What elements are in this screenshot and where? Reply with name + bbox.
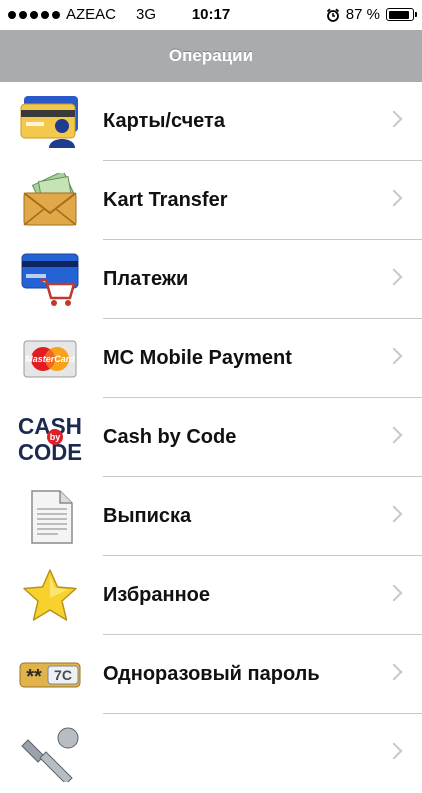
password-code: 7C: [54, 667, 72, 683]
menu-item-label: Выписка: [103, 505, 192, 527]
password-stars: **: [26, 666, 42, 688]
menu-item-label: MC Mobile Payment: [103, 347, 292, 369]
status-bar: AZEAC 3G 10:17 87 %: [0, 0, 422, 30]
battery-level-fill: [388, 10, 409, 19]
chevron-right-icon: [385, 189, 403, 207]
menu-item-label: Kart Transfer: [103, 189, 228, 211]
chevron-right-icon: [385, 742, 403, 760]
password-badge-icon: ** 7C: [18, 647, 82, 703]
chevron-right-icon: [385, 584, 403, 602]
card-user-icon: [18, 94, 82, 150]
page-title: Операции: [168, 46, 254, 65]
card-cart-icon: [18, 252, 82, 308]
battery-percent: 87 %: [345, 6, 380, 23]
money-envelope-icon: [18, 170, 82, 229]
operations-list: Карты/счета Kart Transfer Платежи Master…: [0, 82, 422, 793]
mastercard-text: MasterCard: [25, 354, 75, 364]
chevron-right-icon: [385, 110, 403, 128]
menu-item-mc-mobile-payment[interactable]: MasterCard MC Mobile Payment: [0, 319, 422, 398]
chevron-right-icon: [385, 426, 403, 444]
menu-item-payments[interactable]: Платежи: [0, 240, 422, 319]
menu-item-statement[interactable]: Выписка: [0, 477, 422, 556]
menu-item-cards-accounts[interactable]: Карты/счета: [0, 82, 422, 161]
status-right: 87 %: [326, 6, 417, 23]
menu-item-cash-by-code[interactable]: CASH CODE by Cash by Code: [0, 398, 422, 477]
menu-item-kart-transfer[interactable]: Kart Transfer: [0, 161, 422, 240]
menu-item-label: Платежи: [103, 268, 189, 290]
document-icon: [18, 489, 82, 545]
menu-item-label: Одноразовый пароль: [103, 663, 320, 685]
mastercard-icon: MasterCard: [18, 331, 82, 387]
star-icon: [18, 568, 82, 624]
menu-item-label: Карты/счета: [103, 110, 225, 132]
cash-by-code-icon: CASH CODE by: [18, 410, 82, 466]
menu-item-one-time-password[interactable]: ** 7C Одноразовый пароль: [0, 635, 422, 714]
menu-item-settings[interactable]: [0, 714, 422, 793]
chevron-right-icon: [385, 347, 403, 365]
chevron-right-icon: [385, 505, 403, 523]
menu-item-favorites[interactable]: Избранное: [0, 556, 422, 635]
navigation-bar: Операции: [0, 30, 422, 82]
by-text: by: [50, 432, 61, 442]
chevron-right-icon: [385, 663, 403, 681]
alarm-clock-icon: [326, 8, 339, 22]
menu-item-label: Избранное: [103, 584, 211, 606]
battery-icon: [386, 8, 417, 21]
chevron-right-icon: [385, 268, 403, 286]
menu-item-label: Cash by Code: [103, 426, 237, 448]
wrench-icon: [18, 726, 82, 785]
